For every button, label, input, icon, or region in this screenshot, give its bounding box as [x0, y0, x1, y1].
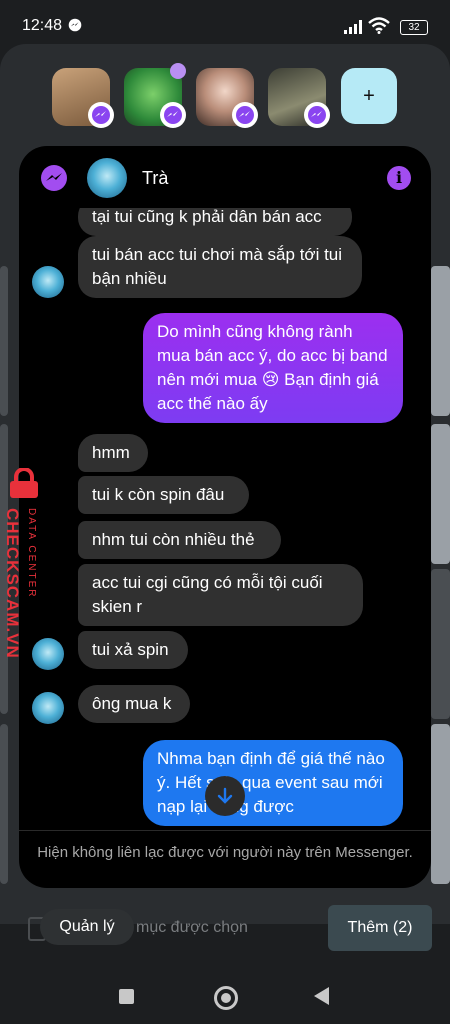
- incoming-message[interactable]: tui xả spin: [78, 631, 188, 669]
- plus-icon: +: [363, 84, 375, 107]
- manage-button[interactable]: Quản lý: [40, 909, 134, 945]
- info-icon[interactable]: i: [387, 166, 411, 190]
- contact-avatar-small[interactable]: [32, 692, 64, 724]
- messenger-badge-icon: [160, 102, 186, 128]
- add-button[interactable]: Thêm (2): [328, 905, 432, 951]
- outgoing-message[interactable]: Do mình cũng không rành mua bán acc ý, d…: [143, 313, 403, 423]
- incoming-message[interactable]: tui bán acc tui chơi mà sắp tới tui bận …: [78, 236, 362, 298]
- background-thumbnail: [0, 266, 8, 416]
- messenger-notification-icon: [68, 18, 82, 32]
- incoming-message[interactable]: tại tui cũng k phải dân bán acc: [78, 208, 352, 236]
- messenger-icon[interactable]: [40, 164, 68, 192]
- background-thumbnail: [0, 724, 8, 884]
- chat-header: Trà i: [19, 146, 431, 208]
- background-thumbnail: [431, 724, 450, 884]
- contact-avatar-small[interactable]: [32, 266, 64, 298]
- nav-back-icon[interactable]: [314, 987, 329, 1005]
- incoming-message[interactable]: nhm tui còn nhiều thẻ: [78, 521, 281, 559]
- background-thumbnail: [431, 266, 450, 416]
- background-thumbnail: [431, 424, 450, 564]
- status-time: 12:48: [22, 17, 63, 34]
- watermark-subtitle: DATA CENTER: [26, 508, 37, 599]
- incoming-message[interactable]: hmm: [78, 434, 148, 472]
- chat-window: Trà i tại tui cũng k phải dân bán acc tu…: [19, 146, 431, 888]
- watermark-brand: CHECKSCAM.VN: [3, 508, 22, 659]
- incoming-message[interactable]: tui k còn spin đâu: [78, 476, 249, 514]
- add-chat-head-button[interactable]: +: [341, 68, 397, 124]
- messenger-badge-icon: [232, 102, 258, 128]
- scroll-to-bottom-button[interactable]: [205, 776, 245, 816]
- background-thumbnail: [431, 569, 450, 719]
- incoming-message[interactable]: ông mua k: [78, 685, 190, 723]
- nav-home-icon[interactable]: [214, 986, 238, 1010]
- unavailable-notice: Hiện không liên lạc được với người này t…: [19, 830, 431, 888]
- messenger-badge-icon: [88, 102, 114, 128]
- message-list[interactable]: tại tui cũng k phải dân bán acc tui bán …: [19, 208, 431, 828]
- outgoing-message[interactable]: Nhma bạn định để giá thế nào ý. Hết spin…: [143, 740, 403, 826]
- lock-icon: [10, 468, 38, 498]
- unread-dot: [170, 63, 186, 79]
- bottom-action-bar: Quản lý mục được chọn Thêm (2): [0, 895, 450, 965]
- signal-icon: [344, 20, 362, 34]
- nav-recents-icon[interactable]: [119, 989, 134, 1004]
- battery-icon: 32: [400, 20, 428, 35]
- watermark: CHECKSCAM.VN DATA CENTER: [2, 468, 46, 659]
- wifi-icon: [368, 17, 390, 34]
- contact-avatar[interactable]: [87, 158, 127, 198]
- selected-items-text: mục được chọn: [136, 919, 248, 936]
- contact-name[interactable]: Trà: [142, 168, 168, 189]
- system-nav-bar: [0, 965, 450, 1024]
- arrow-down-icon: [217, 787, 233, 804]
- incoming-message[interactable]: acc tui cgi cũng có mỗi tội cuối skien r: [78, 564, 363, 626]
- messenger-badge-icon: [304, 102, 330, 128]
